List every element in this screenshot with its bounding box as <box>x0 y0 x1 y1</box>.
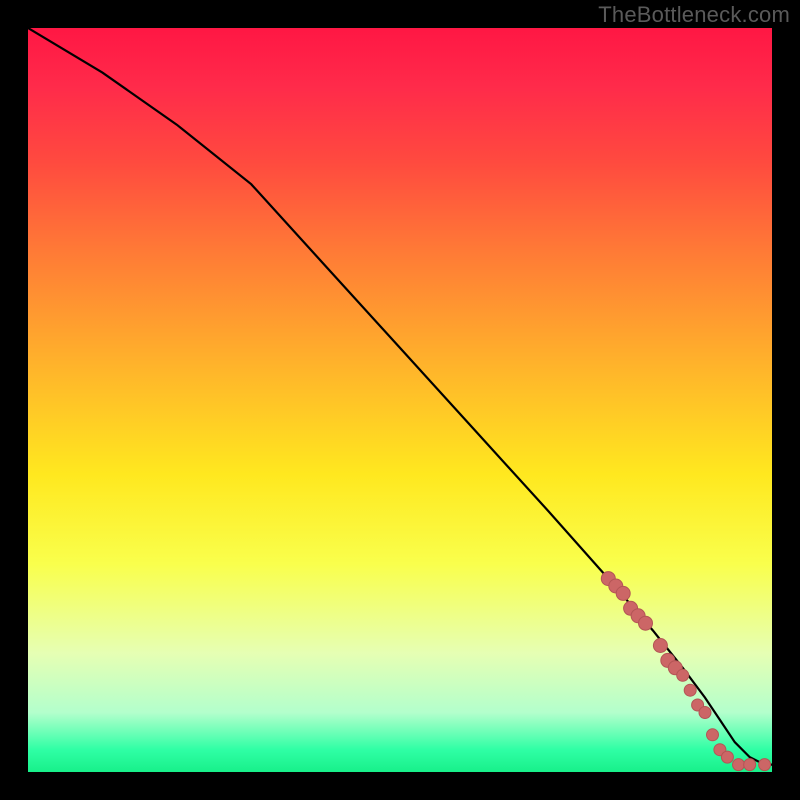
plot-area <box>28 28 772 772</box>
scatter-dot <box>699 707 711 719</box>
scatter-dot <box>744 759 756 771</box>
chart-overlay <box>28 28 772 772</box>
scatter-dot <box>639 616 653 630</box>
scatter-dot <box>684 684 696 696</box>
curve-line <box>28 28 772 765</box>
scatter-dot <box>653 639 667 653</box>
scatter-dot <box>759 759 771 771</box>
scatter-dot <box>733 759 745 771</box>
scatter-dot <box>707 729 719 741</box>
chart-frame: TheBottleneck.com <box>0 0 800 800</box>
watermark-text: TheBottleneck.com <box>598 2 790 28</box>
scatter-dot <box>721 751 733 763</box>
scatter-dot <box>616 586 630 600</box>
scatter-dot <box>677 669 689 681</box>
